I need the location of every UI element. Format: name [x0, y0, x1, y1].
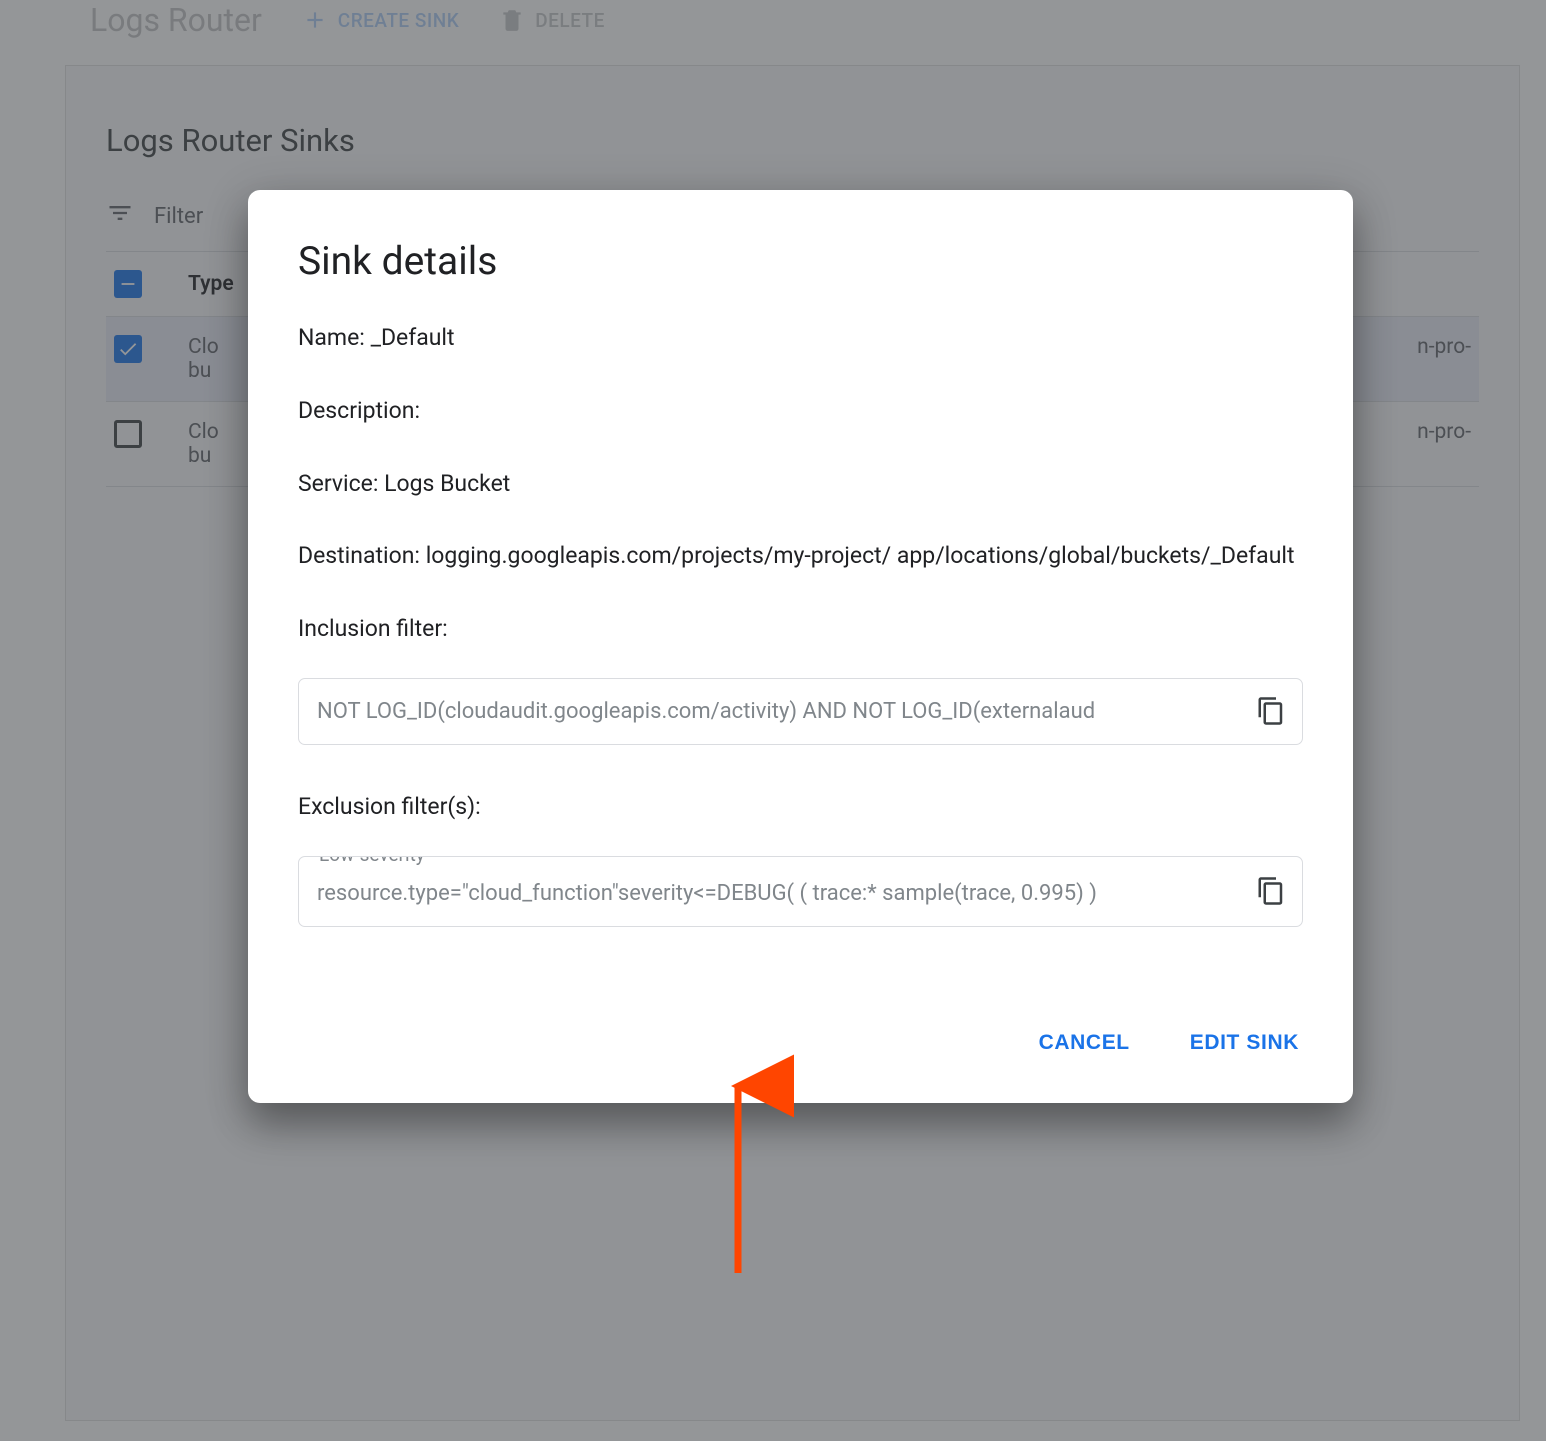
field-name: Name: _Default — [298, 320, 1303, 357]
copy-icon — [1256, 876, 1286, 906]
exclusion-filter-box: Low-severity resource.type="cloud_functi… — [298, 856, 1303, 927]
copy-inclusion-button[interactable] — [1256, 696, 1286, 726]
sink-details-dialog: Sink details Name: _Default Description:… — [248, 190, 1353, 1103]
description-label: Description: — [298, 397, 420, 424]
inclusion-label: Inclusion filter: — [298, 615, 448, 642]
service-value: Logs Bucket — [384, 470, 510, 497]
dialog-actions: CANCEL EDIT SINK — [298, 935, 1303, 1067]
inclusion-filter-box: NOT LOG_ID(cloudaudit.googleapis.com/act… — [298, 678, 1303, 745]
exclusion-legend: Low-severity — [313, 856, 431, 866]
field-inclusion-label: Inclusion filter: — [298, 611, 1303, 648]
field-exclusion-label: Exclusion filter(s): — [298, 789, 1303, 826]
field-destination: Destination: logging.googleapis.com/proj… — [298, 538, 1303, 575]
exclusion-label: Exclusion filter(s): — [298, 793, 481, 820]
modal-scrim[interactable]: Sink details Name: _Default Description:… — [0, 0, 1546, 1441]
field-service: Service: Logs Bucket — [298, 466, 1303, 503]
copy-icon — [1256, 696, 1286, 726]
destination-label: Destination: — [298, 542, 420, 569]
destination-value: logging.googleapis.com/projects/my-proje… — [426, 542, 1295, 569]
exclusion-filter-value: resource.type="cloud_function"severity<=… — [317, 881, 1097, 906]
edit-sink-button[interactable]: EDIT SINK — [1186, 1019, 1303, 1067]
inclusion-filter-value: NOT LOG_ID(cloudaudit.googleapis.com/act… — [317, 699, 1095, 724]
service-label: Service: — [298, 470, 378, 497]
dialog-title: Sink details — [298, 238, 1303, 284]
field-description: Description: — [298, 393, 1303, 430]
copy-exclusion-button[interactable] — [1256, 876, 1286, 906]
name-label: Name: — [298, 324, 365, 351]
name-value: _Default — [371, 324, 455, 351]
cancel-button[interactable]: CANCEL — [1035, 1019, 1134, 1067]
